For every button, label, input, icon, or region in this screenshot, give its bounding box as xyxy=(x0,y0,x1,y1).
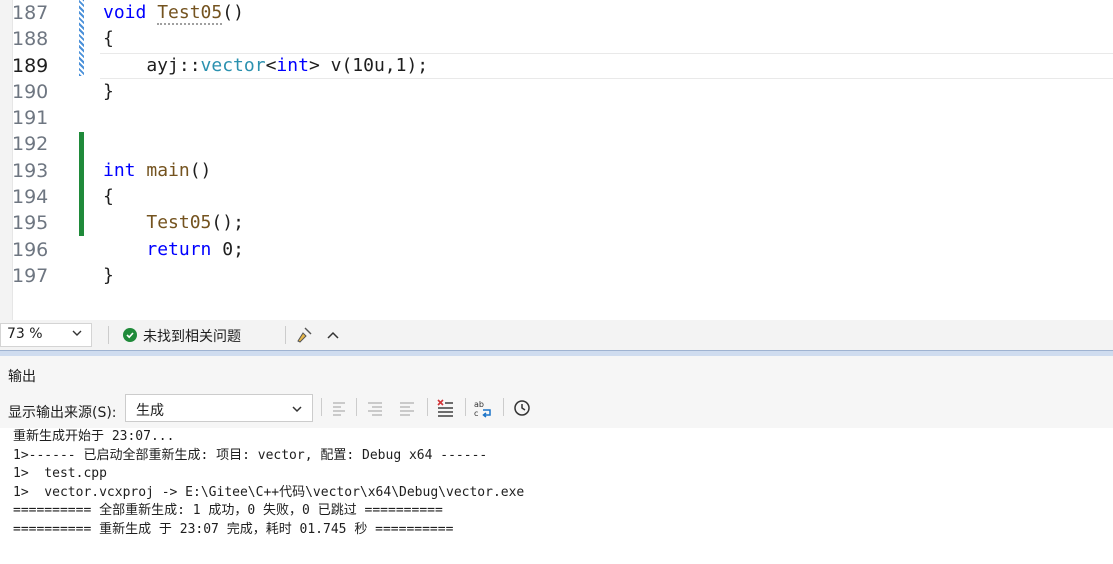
output-line: ========== 重新生成 于 23:07 完成，耗时 01.745 秒 =… xyxy=(13,521,454,537)
line-number: 197 xyxy=(12,264,49,287)
code-text: } xyxy=(103,263,114,289)
line-number: 192 xyxy=(12,133,49,156)
code-token: < xyxy=(265,54,277,76)
svg-text:ab: ab xyxy=(474,400,484,409)
code-text: int main() xyxy=(103,158,211,184)
output-line: ========== 全部重新生成: 1 成功，0 失败，0 已跳过 =====… xyxy=(13,503,443,518)
code-token: () xyxy=(189,159,212,181)
code-text: Test05(); xyxy=(103,210,244,236)
line-number: 189 xyxy=(12,54,49,77)
code-line[interactable]: 195 Test05(); xyxy=(0,210,1113,236)
clear-all-icon[interactable] xyxy=(435,398,455,418)
code-token: int xyxy=(103,159,136,181)
code-line[interactable]: 188 { xyxy=(0,26,1113,52)
code-text: { xyxy=(103,26,114,52)
output-text-area[interactable]: 重新生成开始于 23:07... 1>------ 已启动全部重新生成: 项目:… xyxy=(0,428,1113,564)
code-token: () xyxy=(222,2,244,23)
check-circle-icon xyxy=(123,328,137,342)
status-separator xyxy=(108,326,109,344)
code-line[interactable]: 187 void Test05() xyxy=(0,0,1113,26)
panel-title: 输出 xyxy=(8,369,36,385)
chevron-down-icon xyxy=(290,401,304,420)
issues-status[interactable]: 未找到相关问题 xyxy=(143,326,241,346)
output-source-label: 显示输出来源(S): xyxy=(8,405,117,421)
line-number: 194 xyxy=(12,186,49,209)
line-number: 187 xyxy=(12,2,49,24)
code-token: Test05 xyxy=(157,2,223,25)
code-token: { xyxy=(103,28,114,50)
code-token: } xyxy=(103,80,114,102)
output-line: 1> test.cpp xyxy=(13,466,107,481)
code-token: int xyxy=(276,54,309,76)
goto-next-message-icon[interactable] xyxy=(365,398,385,418)
line-number: 195 xyxy=(12,212,49,235)
clock-icon[interactable] xyxy=(512,398,532,418)
zoom-dropdown[interactable]: 73 % xyxy=(0,323,92,347)
code-token: { xyxy=(103,186,114,208)
code-line[interactable]: 192 xyxy=(0,131,1113,157)
code-text: return 0; xyxy=(103,237,244,263)
code-line[interactable]: 189 ayj::vector<int> v(10u,1); xyxy=(0,52,1113,80)
code-token: return xyxy=(146,238,212,260)
code-text: } xyxy=(103,79,114,105)
output-panel: 输出 显示输出来源(S): 生成 ab c 重新生成开始于 23:07... 1… xyxy=(0,356,1113,564)
toolbar-separator xyxy=(321,398,322,416)
code-token: Test05 xyxy=(146,212,212,234)
toolbar-separator xyxy=(356,398,357,416)
line-number: 191 xyxy=(12,107,49,130)
status-separator xyxy=(285,326,286,344)
code-token: ayj:: xyxy=(103,54,201,76)
code-text: { xyxy=(103,184,114,210)
code-lines: 187 void Test05() 188{189 ayj::vector<int>… xyxy=(0,0,1113,289)
code-line[interactable]: 191 xyxy=(0,105,1113,131)
line-number: 190 xyxy=(12,80,49,103)
brush-icon[interactable] xyxy=(295,326,313,348)
code-line[interactable]: 196 return 0; xyxy=(0,237,1113,263)
code-text: void Test05() xyxy=(103,0,244,26)
svg-text:c: c xyxy=(474,409,478,418)
code-token: vector xyxy=(200,54,266,76)
zoom-value: 73 % xyxy=(7,326,43,342)
output-source-select[interactable]: 生成 xyxy=(125,394,313,422)
line-number: 196 xyxy=(12,238,49,261)
code-token: void xyxy=(103,2,147,23)
find-message-icon[interactable] xyxy=(397,398,417,418)
code-token: } xyxy=(103,264,114,286)
code-line[interactable]: 194 { xyxy=(0,184,1113,210)
output-line: 1> vector.vcxproj -> E:\Gitee\C++代码\vect… xyxy=(13,484,525,500)
output-line: 1>------ 已启动全部重新生成: 项目: vector, 配置: Debu… xyxy=(13,447,488,463)
code-line[interactable]: 190} xyxy=(0,79,1113,105)
toolbar-separator xyxy=(503,398,504,416)
code-token: main xyxy=(146,159,190,181)
code-text: ayj::vector<int> v(10u,1); xyxy=(103,53,428,79)
chevron-down-icon xyxy=(71,327,83,342)
code-token: (); xyxy=(211,212,244,234)
code-editor[interactable]: 187 void Test05() 188{189 ayj::vector<int>… xyxy=(0,0,1113,320)
goto-previous-message-icon[interactable] xyxy=(329,398,349,418)
output-source-value: 生成 xyxy=(136,403,164,419)
code-line[interactable]: 197} xyxy=(0,263,1113,289)
toolbar-separator xyxy=(427,398,428,416)
word-wrap-icon[interactable]: ab c xyxy=(473,398,493,418)
line-number: 188 xyxy=(12,28,49,51)
code-token: > v(10u,1); xyxy=(308,54,429,76)
code-token: 0; xyxy=(211,238,244,260)
line-number: 193 xyxy=(12,159,49,182)
editor-status-bar: 73 % 未找到相关问题 xyxy=(0,320,1113,351)
toolbar-separator xyxy=(465,398,466,416)
chevron-up-icon[interactable] xyxy=(326,328,340,347)
code-line[interactable]: 193 int main() xyxy=(0,158,1113,184)
output-line: 重新生成开始于 23:07... xyxy=(13,429,175,444)
